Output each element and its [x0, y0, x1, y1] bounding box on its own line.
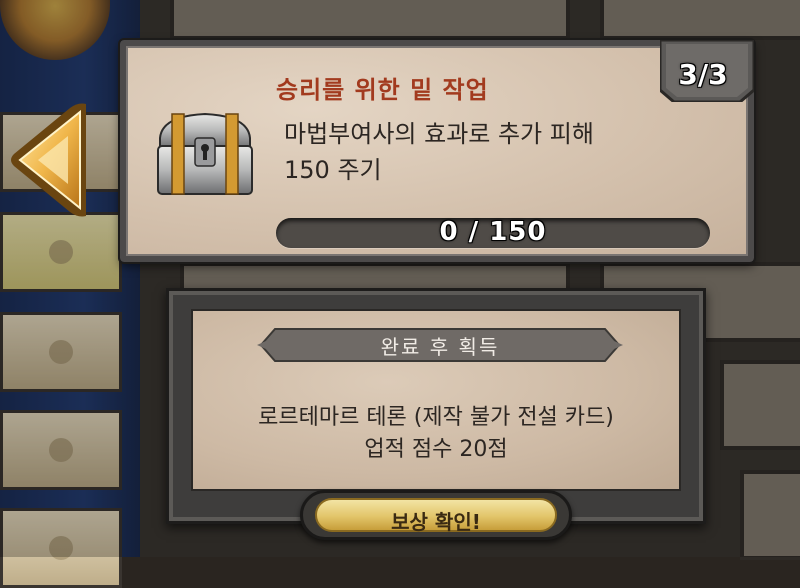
claim-reward-label: 보상 확인!: [391, 510, 481, 534]
quest-progress-text: 0 / 150: [439, 217, 547, 247]
back-arrow-button[interactable]: [8, 100, 92, 220]
treasure-chest-icon: [157, 112, 253, 195]
quest-counter: 3/3: [678, 58, 728, 91]
quest-title: 승리를 위한 밑 작업: [276, 76, 489, 104]
reward-item: 로르테마르 테론 (제작 불가 전설 카드): [258, 405, 614, 430]
reward-panel-body: 완료 후 획득 로르테마르 테론 (제작 불가 전설 카드) 업적 점수 20점: [191, 309, 681, 491]
quest-description-line: 마법부여사의 효과로 추가 피해: [284, 120, 594, 148]
reward-header: 완료 후 획득: [380, 335, 500, 359]
reward-item: 업적 점수 20점: [364, 437, 508, 462]
quest-card: 승리를 위한 밑 작업 마법부여사의 효과로 추가 피해 150 주기 3/3 …: [118, 38, 756, 264]
claim-reward-button[interactable]: 보상 확인!: [300, 490, 572, 540]
quest-description-line: 150 주기: [284, 156, 382, 184]
quest-description: 마법부여사의 효과로 추가 피해 150 주기: [284, 116, 724, 188]
reward-panel: 완료 후 획득 로르테마르 테론 (제작 불가 전설 카드) 업적 점수 20점: [166, 288, 706, 524]
back-arrow-icon: [11, 103, 86, 217]
